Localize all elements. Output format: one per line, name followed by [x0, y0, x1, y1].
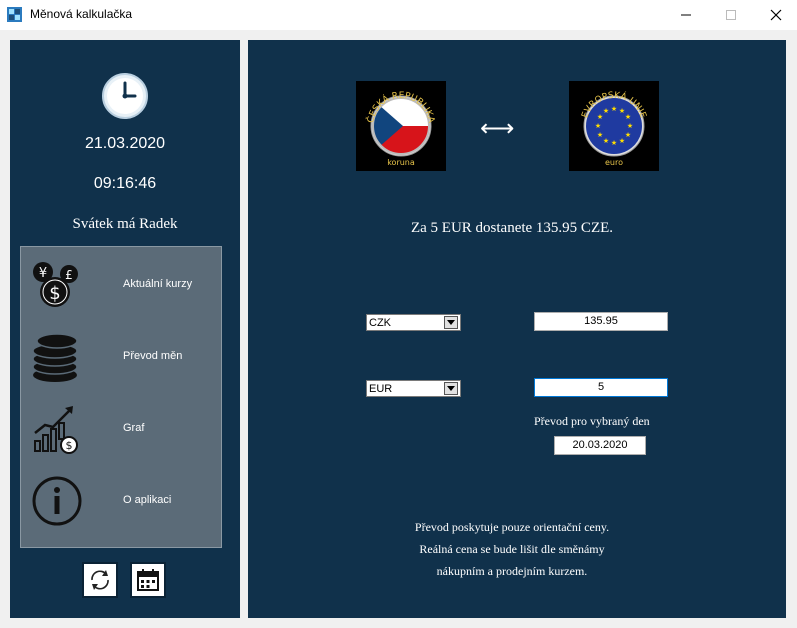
svg-text:★: ★ — [611, 105, 617, 113]
eu-flag-badge: ★ ★ ★ ★ ★ ★ ★ ★ ★ ★ ★ ★ EVROPSKÁ UNIE euro — [569, 81, 659, 171]
menu-label-chart: Graf — [123, 422, 145, 434]
czech-flag-badge: ČESKÁ REPUBLIKA koruna — [356, 81, 446, 171]
coins-currency-icon: ¥ £ $ — [33, 262, 78, 307]
to-currency-select[interactable]: EUR — [366, 380, 461, 397]
svg-text:★: ★ — [627, 122, 633, 130]
window-title: Měnová kalkulačka — [30, 7, 133, 21]
swap-arrow: ⟷ — [480, 115, 515, 142]
svg-text:$: $ — [49, 283, 60, 304]
maximize-button[interactable] — [708, 0, 754, 30]
refresh-button[interactable] — [82, 562, 118, 598]
minimize-icon — [681, 14, 691, 16]
disclaimer-line-2: Reálná cena se bude lišit dle směnámy — [419, 542, 605, 556]
svg-text:★: ★ — [625, 131, 631, 139]
svg-text:★: ★ — [619, 137, 625, 145]
svg-text:¥: ¥ — [39, 266, 47, 281]
menu-label-conversion: Převod měn — [123, 350, 183, 362]
svg-text:£: £ — [65, 268, 73, 282]
eu-coin-icon: ★ ★★ ★★★ ★★★ ★★★ EVROPSKÁ UNIE euro — [580, 90, 647, 167]
to-currency-dropdown[interactable] — [444, 382, 458, 395]
clock-icon — [102, 73, 148, 119]
menu-label-about: O aplikaci — [123, 494, 172, 506]
growth-chart-icon: $ — [34, 406, 78, 454]
menu-item-conversion[interactable]: Převod měn — [21, 321, 221, 393]
menu-item-about[interactable]: O aplikaci — [21, 465, 221, 537]
czech-coin-icon: ČESKÁ REPUBLIKA koruna — [364, 91, 436, 167]
to-currency-value: EUR — [369, 383, 393, 395]
eu-flag-bottom-text: euro — [605, 158, 623, 167]
main-panel: ČESKÁ REPUBLIKA koruna ⟷ ★ ★ ★ ★ ★ ★ ★ ★ ★ ★ ★ ★… — [248, 40, 786, 618]
selected-day-field[interactable]: 20.03.2020 — [554, 436, 646, 455]
from-currency-select[interactable]: CZK — [366, 314, 461, 331]
info-icon — [32, 476, 82, 526]
svg-text:★: ★ — [603, 107, 609, 115]
nameday-text: Svátek má Radek — [72, 216, 178, 232]
close-icon — [770, 9, 782, 21]
calendar-button[interactable] — [130, 562, 166, 598]
svg-text:★: ★ — [595, 122, 601, 130]
current-time: 09:16:46 — [93, 175, 157, 192]
svg-text:$: $ — [66, 439, 73, 452]
svg-text:★: ★ — [597, 131, 603, 139]
menu-item-chart[interactable]: $ Graf — [21, 393, 221, 465]
to-amount-field[interactable]: 5 — [534, 378, 668, 397]
menu-label-exchange-rates: Aktuální kurzy — [123, 278, 193, 290]
title-bar: Měnová kalkulačka — [0, 0, 797, 30]
disclaimer-line-3: nákupním a prodejním kurzem. — [436, 564, 588, 578]
disclaimer-line-1: Převod poskytuje pouze orientační ceny. — [414, 520, 610, 534]
chevron-down-icon — [447, 320, 455, 325]
sidebar-menu: ¥ £ $ Aktuální kurzy Převod měn $ Graf O… — [20, 246, 222, 548]
menu-item-exchange-rates[interactable]: ¥ £ $ Aktuální kurzy — [21, 249, 221, 321]
selected-day-label: Převod pro vybraný den — [534, 414, 650, 428]
current-date: 21.03.2020 — [84, 135, 166, 152]
from-currency-value: CZK — [369, 317, 391, 329]
conversion-result: Za 5 EUR dostanete 135.95 CZE. — [410, 220, 614, 236]
sidebar: 21.03.2020 09:16:46 Svátek má Radek ¥ £ … — [10, 40, 240, 618]
chevron-down-icon — [447, 386, 455, 391]
coin-stack-icon — [32, 333, 78, 382]
svg-text:★: ★ — [611, 139, 617, 147]
app-icon — [7, 7, 22, 22]
czech-flag-bottom-text: koruna — [387, 158, 415, 167]
from-amount-field[interactable]: 135.95 — [534, 312, 668, 331]
close-button[interactable] — [753, 0, 797, 30]
svg-text:★: ★ — [603, 137, 609, 145]
svg-text:★: ★ — [625, 113, 631, 121]
from-currency-dropdown[interactable] — [444, 316, 458, 329]
refresh-icon — [91, 570, 109, 590]
maximize-icon — [726, 10, 736, 20]
minimize-button[interactable] — [663, 0, 709, 30]
calendar-icon — [137, 569, 159, 591]
